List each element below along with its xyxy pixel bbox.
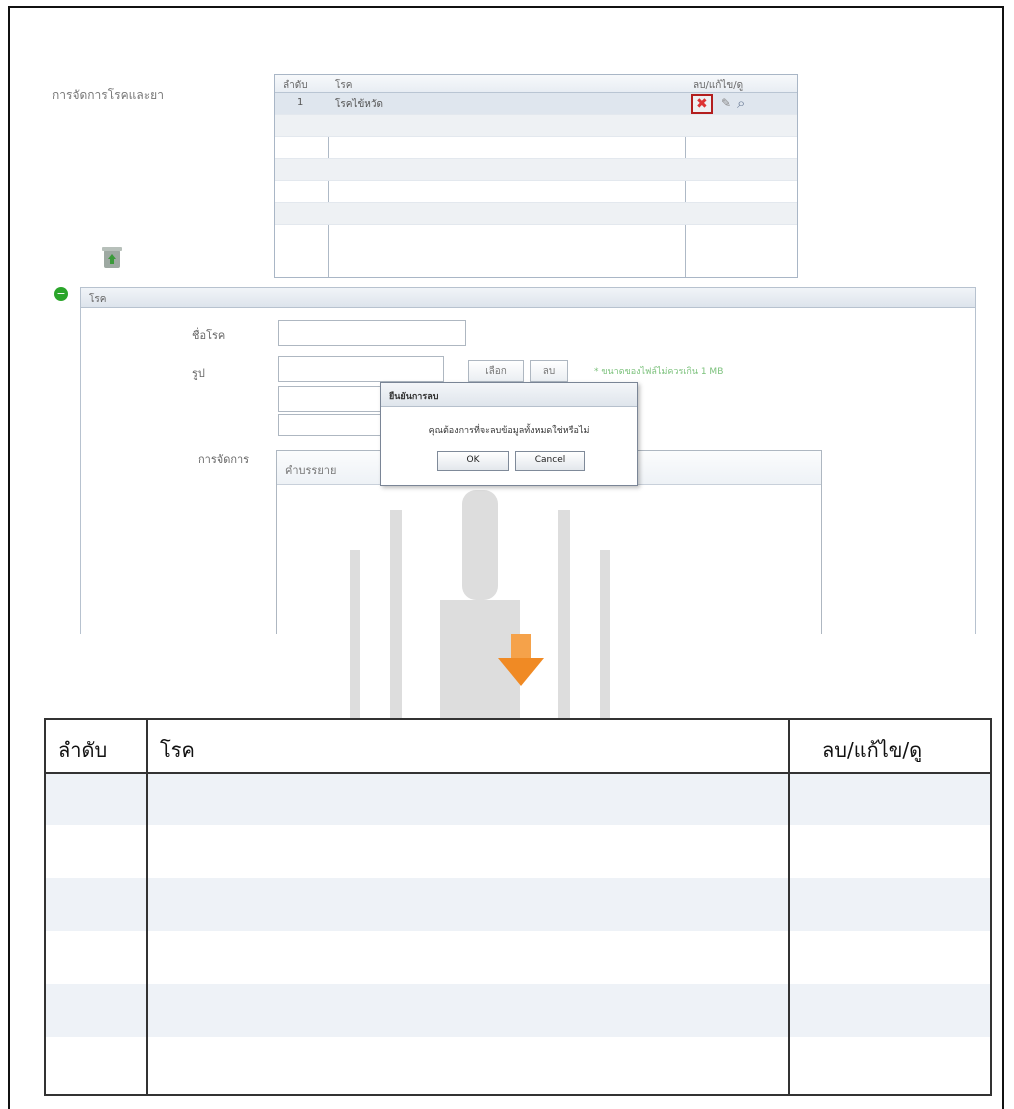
enlarged-table: ลำดับ โรค ลบ/แก้ไข/ดู — [44, 718, 992, 1096]
remove-image-button[interactable]: ลบ — [530, 360, 568, 382]
edit-pencil-icon[interactable]: ✎ — [721, 96, 731, 110]
cancel-button[interactable]: Cancel — [515, 451, 585, 471]
browse-button[interactable]: เลือก — [468, 360, 524, 382]
name-label: ชื่อโรค — [192, 329, 226, 342]
arrow-down-icon — [498, 634, 544, 686]
table-row — [275, 181, 797, 203]
image-path-input[interactable] — [278, 356, 444, 382]
table-row — [275, 203, 797, 225]
image-preview-field — [278, 386, 388, 412]
dialog-title: ยืนยันการลบ — [381, 383, 637, 407]
table-row — [275, 137, 797, 159]
image-preview-field — [278, 414, 388, 436]
panel-title: โรค — [81, 288, 975, 308]
disease-grid: ลำดับ โรค ลบ/แก้ไข/ดู 1 โรคไข้หวัด ✖ ✎ ⌕ — [274, 74, 798, 278]
delete-icon: ✖ — [696, 96, 708, 112]
menu-title: การจัดการโรคและยา — [52, 88, 164, 102]
ok-button[interactable]: OK — [437, 451, 509, 471]
table-row — [275, 159, 797, 181]
column-order[interactable]: ลำดับ — [283, 78, 308, 93]
collapse-icon[interactable]: − — [54, 287, 68, 301]
column-actions[interactable]: ลบ/แก้ไข/ดู — [693, 78, 743, 93]
treatment-label: การจัดการ — [198, 453, 250, 466]
file-size-note: * ขนาดของไฟล์ไม่ควรเกิน 1 MB — [594, 367, 724, 377]
dialog-message: คุณต้องการที่จะลบข้อมูลทั้งหมดใช่หรือไม่ — [428, 426, 590, 436]
image-label: รูป — [192, 367, 205, 380]
disease-name-input[interactable] — [278, 320, 466, 346]
enlarged-column-actions: ลบ/แก้ไข/ดู — [822, 738, 923, 762]
enlarged-column-disease: โรค — [160, 738, 195, 762]
recycle-bin-icon[interactable] — [100, 242, 124, 270]
confirm-delete-dialog: ยืนยันการลบ คุณต้องการที่จะลบข้อมูลทั้งห… — [380, 382, 638, 486]
row-number: 1 — [297, 97, 304, 108]
table-row — [275, 115, 797, 137]
row-disease: โรคไข้หวัด — [335, 99, 383, 110]
column-disease[interactable]: โรค — [335, 78, 352, 93]
enlarged-table-header: ลำดับ โรค ลบ/แก้ไข/ดู — [46, 720, 990, 774]
table-row[interactable]: 1 โรคไข้หวัด ✖ ✎ ⌕ — [275, 93, 797, 115]
enlarged-column-order: ลำดับ — [58, 738, 108, 762]
application-screenshot: การจัดการโรคและยา ลำดับ โรค ลบ/แก้ไข/ดู … — [34, 30, 1000, 634]
delete-button[interactable]: ✖ — [691, 94, 713, 114]
view-magnifier-icon[interactable]: ⌕ — [737, 94, 745, 112]
grid-header: ลำดับ โรค ลบ/แก้ไข/ดู — [275, 75, 797, 93]
